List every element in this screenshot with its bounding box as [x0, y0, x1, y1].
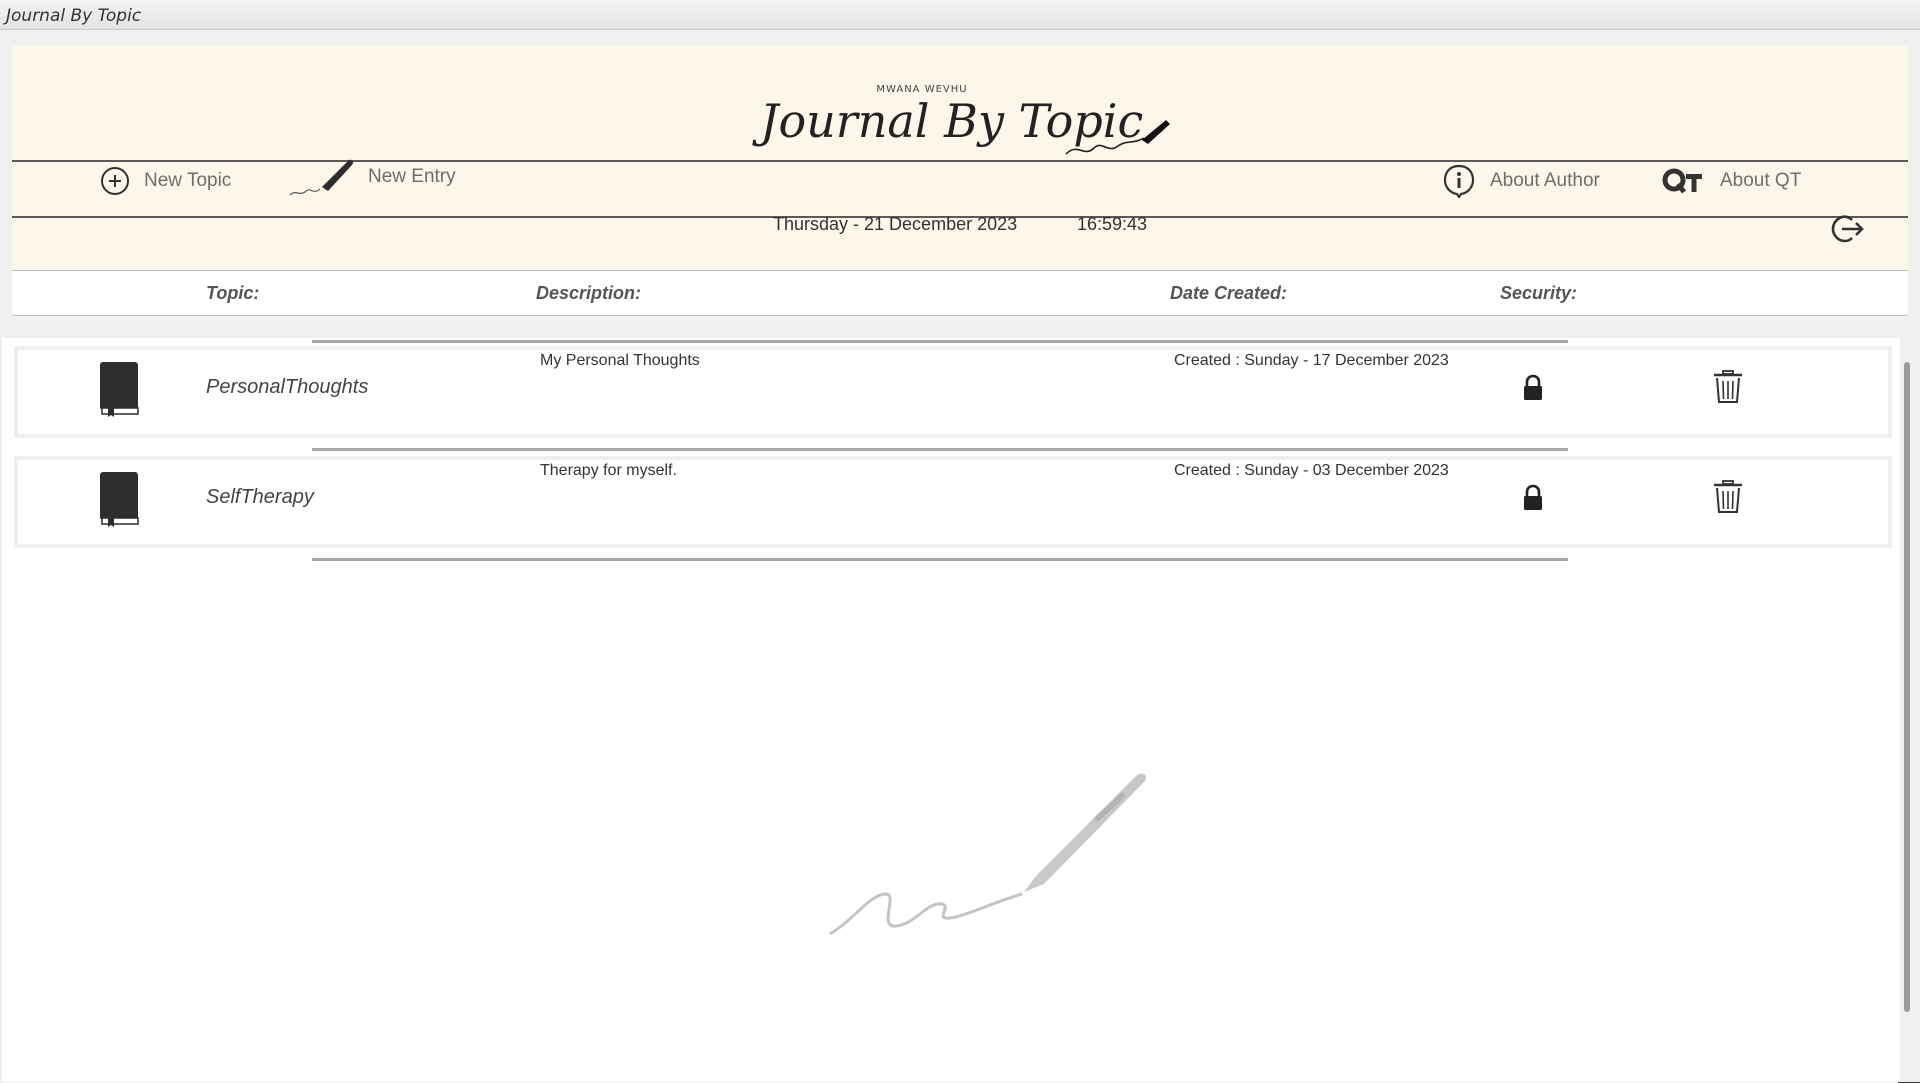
row-separator [312, 558, 1568, 561]
about-qt-label: About QT [1720, 170, 1802, 191]
col-topic: Topic: [206, 283, 260, 303]
lock-icon[interactable] [1522, 484, 1544, 512]
col-description: Description: [536, 283, 642, 303]
col-security: Security: [1500, 283, 1578, 303]
pen-icon [289, 159, 354, 196]
row-separator [312, 340, 1568, 343]
window-titlebar: Journal By Topic [0, 0, 1920, 30]
about-qt-button[interactable]: About QT [1662, 160, 1801, 202]
app-body: MWANA WEVHU Journal By Topic New Topic N… [0, 30, 1920, 1083]
book-icon [100, 472, 139, 527]
topic-created: Created : Sunday - 17 December 2023 [1174, 352, 1449, 369]
topic-created: Created : Sunday - 03 December 2023 [1174, 462, 1449, 479]
trash-icon[interactable] [1712, 480, 1744, 514]
topic-description: Therapy for myself. [540, 462, 677, 479]
trash-icon[interactable] [1712, 370, 1744, 404]
topic-description: My Personal Thoughts [540, 352, 700, 369]
new-entry-label: New Entry [368, 166, 456, 187]
plus-circle-icon [101, 167, 129, 195]
qt-logo-icon [1662, 168, 1702, 194]
lock-icon[interactable] [1522, 374, 1544, 402]
current-time: 16:59:43 [1077, 214, 1148, 234]
window-title: Journal By Topic [6, 6, 142, 26]
header: MWANA WEVHU Journal By Topic New Topic N… [12, 46, 1908, 270]
about-author-button[interactable]: About Author [1442, 160, 1600, 202]
current-date: Thursday - 21 December 2023 [773, 214, 1018, 234]
scrollbar[interactable] [1904, 362, 1910, 1012]
new-topic-label: New Topic [144, 170, 232, 191]
logout-icon[interactable] [1830, 212, 1866, 248]
topic-name: PersonalThoughts [206, 376, 369, 398]
info-bubble-icon [1443, 164, 1475, 198]
topic-row[interactable]: SelfTherapy Therapy for myself. Created … [14, 456, 1892, 548]
topic-name: SelfTherapy [206, 486, 314, 508]
column-headers: Topic: Description: Date Created: Securi… [12, 270, 1908, 316]
pen-watermark-icon [829, 773, 1147, 936]
col-date-created: Date Created: [1170, 283, 1288, 303]
topic-row[interactable]: PersonalThoughts My Personal Thoughts Cr… [14, 346, 1892, 438]
row-separator [312, 448, 1568, 451]
new-entry-button[interactable]: New Entry [288, 156, 456, 198]
about-author-label: About Author [1490, 170, 1600, 191]
new-topic-button[interactable]: New Topic [100, 160, 231, 202]
brand-pen-icon [1065, 120, 1170, 155]
book-icon [100, 362, 139, 417]
